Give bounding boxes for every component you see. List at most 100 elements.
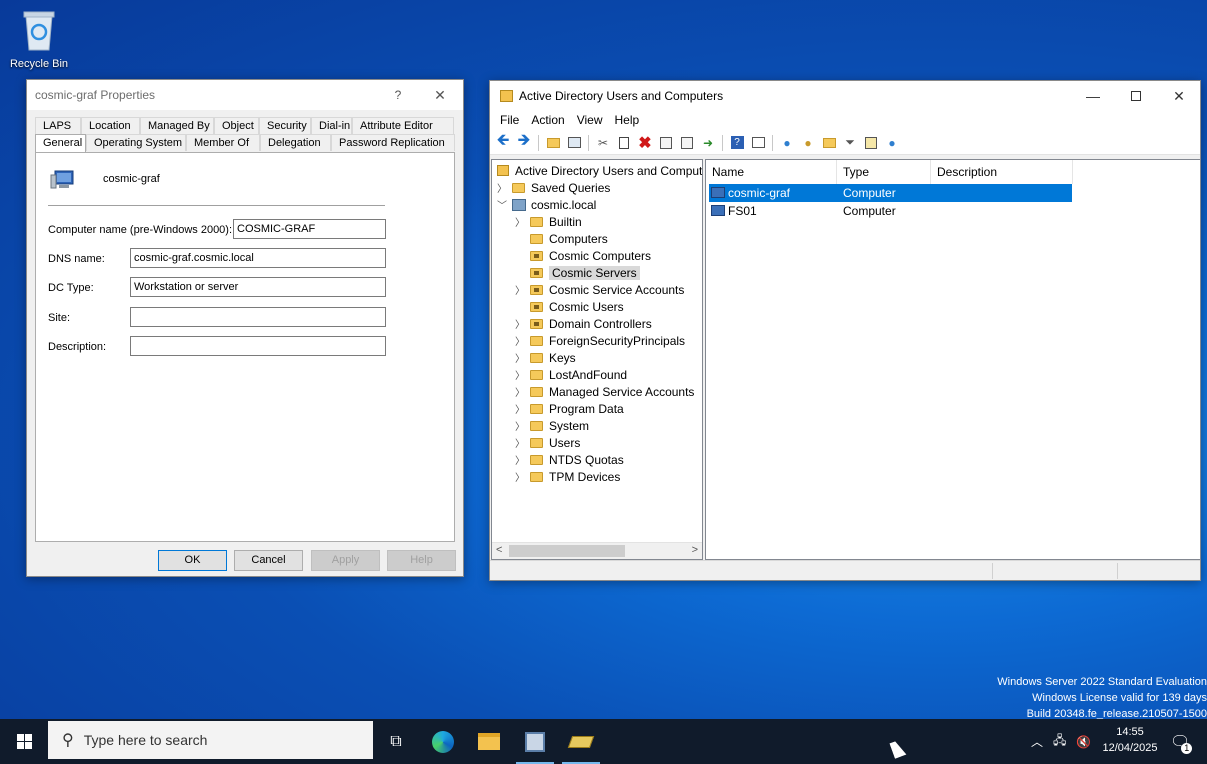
help-icon[interactable]: ? <box>728 134 746 152</box>
tree-item-cosmic-computers[interactable]: Cosmic Computers <box>514 247 651 264</box>
chevron-right-icon[interactable]: 〉 <box>514 401 526 416</box>
show-hidden-icons-icon[interactable]: ︿ <box>1031 733 1043 750</box>
tree-item-users[interactable]: 〉 Users <box>514 434 580 451</box>
chevron-right-icon[interactable]: 〉 <box>514 214 526 229</box>
ok-button[interactable]: OK <box>158 550 227 571</box>
forward-icon[interactable]: 🡺 <box>515 132 533 152</box>
tree-item-keys[interactable]: 〉 Keys <box>514 349 576 366</box>
tree-root[interactable]: Active Directory Users and Computers <box>494 162 702 179</box>
tree-item-computers[interactable]: Computers <box>514 230 608 247</box>
chevron-right-icon[interactable]: 〉 <box>514 384 526 399</box>
tree-item-managed-service-accounts[interactable]: 〉 Managed Service Accounts <box>514 383 694 400</box>
chevron-right-icon[interactable]: 〉 <box>514 452 526 467</box>
computer-name-field[interactable]: COSMIC-GRAF <box>233 219 386 239</box>
tree-item-cosmic-servers[interactable]: Cosmic Servers <box>514 264 640 281</box>
new-ou-icon[interactable] <box>820 134 838 152</box>
menu-help[interactable]: Help <box>609 111 646 131</box>
site-field[interactable] <box>130 307 386 327</box>
tab-security[interactable]: Security <box>259 117 311 134</box>
recycle-bin-shortcut[interactable]: Recycle Bin <box>6 8 72 70</box>
tab-laps[interactable]: LAPS <box>35 117 81 134</box>
new-user-icon[interactable]: ● <box>778 134 796 152</box>
chevron-right-icon[interactable]: 〉 <box>514 367 526 382</box>
column-header-type[interactable]: Type <box>837 160 931 184</box>
tree-item-domain[interactable]: ﹀ cosmic.local <box>496 196 596 213</box>
cancel-button[interactable]: Cancel <box>234 550 303 571</box>
scroll-left-icon[interactable]: < <box>496 544 502 556</box>
server-manager-taskbar-button[interactable] <box>513 719 557 764</box>
filter-icon[interactable]: ⏷ <box>841 134 859 152</box>
description-field[interactable] <box>130 336 386 356</box>
taskbar-search-box[interactable]: ⚲ Type here to search <box>48 721 373 759</box>
find-icon[interactable] <box>862 134 880 152</box>
chevron-right-icon[interactable]: 〉 <box>514 418 526 433</box>
help-button[interactable]: Help <box>387 550 456 571</box>
volume-muted-icon[interactable]: 🔇 <box>1076 735 1091 749</box>
new-group-icon[interactable]: ● <box>799 134 817 152</box>
column-header-name[interactable]: Name <box>706 160 837 184</box>
tree-item-cosmic-users[interactable]: Cosmic Users <box>514 298 624 315</box>
back-icon[interactable]: 🡸 <box>494 132 512 152</box>
tab-location[interactable]: Location <box>81 117 140 134</box>
table-row[interactable]: cosmic-graf Computer <box>709 184 1072 202</box>
add-to-group-icon[interactable]: ● <box>883 134 901 152</box>
column-header-description[interactable]: Description <box>931 160 1073 184</box>
taskbar-clock[interactable]: 14:55 12/04/2025 <box>1098 724 1162 756</box>
apply-button[interactable]: Apply <box>311 550 380 571</box>
tree-item-program-data[interactable]: 〉 Program Data <box>514 400 624 417</box>
edge-taskbar-button[interactable] <box>421 719 465 764</box>
tab-delegation[interactable]: Delegation <box>260 134 331 151</box>
tree-item-domain-controllers[interactable]: 〉 Domain Controllers <box>514 315 652 332</box>
chevron-right-icon[interactable]: 〉 <box>496 180 508 195</box>
refresh-icon[interactable] <box>678 134 696 152</box>
network-icon[interactable]: 🖧 <box>1053 731 1066 752</box>
tab-object[interactable]: Object <box>214 117 259 134</box>
show-console-tree-icon[interactable] <box>565 134 583 152</box>
export-list-icon[interactable]: ➜ <box>699 134 717 152</box>
minimize-button[interactable]: — <box>1070 81 1116 111</box>
tree-item-saved-queries[interactable]: 〉 Saved Queries <box>496 179 610 196</box>
menu-view[interactable]: View <box>571 111 609 131</box>
menu-action[interactable]: Action <box>525 111 570 131</box>
chevron-right-icon[interactable]: 〉 <box>514 469 526 484</box>
tree-item-tpm-devices[interactable]: 〉 TPM Devices <box>514 468 620 485</box>
tab-attribute-editor[interactable]: Attribute Editor <box>352 117 454 134</box>
action-pane-icon[interactable] <box>749 134 767 152</box>
chevron-right-icon[interactable]: 〉 <box>514 282 526 297</box>
aduc-taskbar-button[interactable] <box>559 719 603 764</box>
file-explorer-taskbar-button[interactable] <box>467 719 511 764</box>
up-folder-icon[interactable] <box>544 134 562 152</box>
tree-item-ntds-quotas[interactable]: 〉 NTDS Quotas <box>514 451 624 468</box>
tab-managed-by[interactable]: Managed By <box>140 117 214 134</box>
table-row[interactable]: FS01 Computer <box>709 202 1072 220</box>
chevron-right-icon[interactable]: 〉 <box>514 333 526 348</box>
tree-item-cosmic-service-accounts[interactable]: 〉 Cosmic Service Accounts <box>514 281 684 298</box>
close-button[interactable]: ✕ <box>1156 81 1202 111</box>
start-button[interactable] <box>0 719 48 764</box>
tree-horizontal-scrollbar[interactable]: < > <box>492 542 702 559</box>
tab-dial-in[interactable]: Dial-in <box>311 117 352 134</box>
chevron-right-icon[interactable]: 〉 <box>514 316 526 331</box>
dc-type-field[interactable]: Workstation or server <box>130 277 386 297</box>
tab-member-of[interactable]: Member Of <box>186 134 260 151</box>
tab-password-replication[interactable]: Password Replication <box>331 134 455 151</box>
dialog-titlebar[interactable]: cosmic-graf Properties ? ✕ <box>27 80 463 110</box>
tree-item-system[interactable]: 〉 System <box>514 417 589 434</box>
chevron-right-icon[interactable]: 〉 <box>514 435 526 450</box>
copy-icon[interactable] <box>615 134 633 152</box>
dialog-close-button[interactable]: ✕ <box>417 80 463 110</box>
tab-operating-system[interactable]: Operating System <box>86 134 186 151</box>
properties-icon[interactable] <box>657 134 675 152</box>
dns-name-field[interactable]: cosmic-graf.cosmic.local <box>130 248 386 268</box>
delete-icon[interactable]: ✖ <box>636 134 654 152</box>
aduc-titlebar[interactable]: Active Directory Users and Computers — ✕ <box>490 81 1200 111</box>
chevron-down-icon[interactable]: ﹀ <box>496 197 508 212</box>
menu-file[interactable]: File <box>494 111 525 131</box>
tab-general[interactable]: General <box>35 134 86 153</box>
chevron-right-icon[interactable]: 〉 <box>514 350 526 365</box>
action-center-button[interactable]: 🗨 1 <box>1170 719 1193 764</box>
cut-icon[interactable]: ✂ <box>594 134 612 152</box>
tree-item-lostandfound[interactable]: 〉 LostAndFound <box>514 366 627 383</box>
scrollbar-thumb[interactable] <box>509 545 625 557</box>
tree-item-foreignsecurityprincipals[interactable]: 〉 ForeignSecurityPrincipals <box>514 332 685 349</box>
